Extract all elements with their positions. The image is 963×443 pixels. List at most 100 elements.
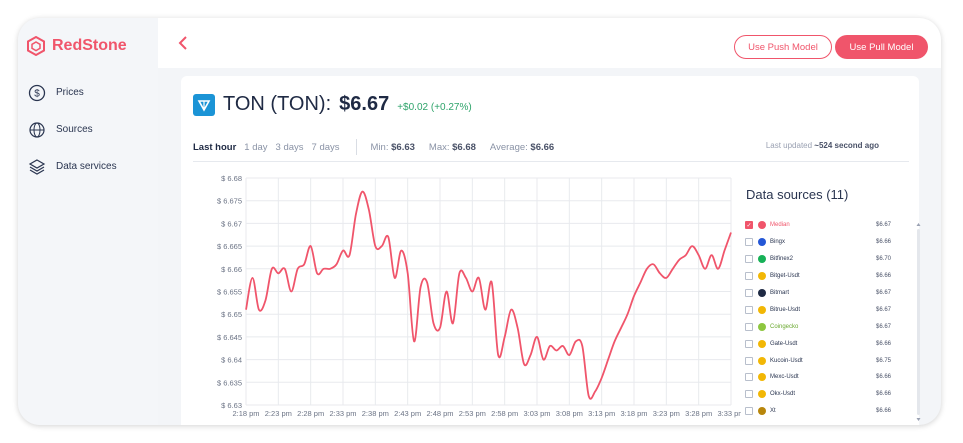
- data-source-row[interactable]: Gate-Usdt $6.66: [745, 335, 891, 352]
- data-source-row[interactable]: Xt $6.66: [745, 403, 891, 420]
- redstone-logo-icon: [27, 36, 45, 56]
- data-source-checkbox[interactable]: ✓: [745, 221, 753, 230]
- x-tick-label: 2:38 pm: [362, 409, 389, 418]
- data-source-logo-icon: [758, 322, 766, 331]
- data-source-logo-icon: [758, 272, 766, 281]
- x-tick-label: 2:33 pm: [329, 409, 356, 418]
- x-tick-label: 3:23 pm: [653, 409, 680, 418]
- x-tick-label: 2:53 pm: [459, 409, 486, 418]
- sidebar-item-data-services[interactable]: Data services: [24, 148, 154, 185]
- data-source-value: $6.70: [875, 256, 891, 263]
- data-source-row[interactable]: Bitget-Usdt $6.66: [745, 268, 891, 285]
- data-source-logo-icon: [758, 255, 766, 264]
- x-tick-label: 3:08 pm: [556, 409, 583, 418]
- x-tick-label: 3:28 pm: [685, 409, 712, 418]
- sidebar-nav: $ Prices Sources Data services: [24, 74, 154, 185]
- data-source-checkbox[interactable]: [745, 305, 753, 314]
- data-source-name: Coingecko: [770, 323, 799, 330]
- sidebar-item-label: Data services: [56, 161, 117, 172]
- use-push-model-button[interactable]: Use Push Model: [734, 35, 832, 59]
- app-window: RedStone $ Prices Sources Data services …: [18, 18, 941, 425]
- data-source-value: $6.67: [875, 222, 891, 229]
- scrollbar[interactable]: [916, 222, 921, 422]
- layers-icon: [28, 158, 46, 175]
- last-updated-label: Last updated: [765, 141, 815, 150]
- y-tick-label: $ 6.645: [217, 333, 242, 342]
- data-source-logo-icon: [758, 407, 766, 416]
- y-tick-label: $ 6.665: [217, 242, 242, 251]
- sidebar-item-sources[interactable]: Sources: [24, 111, 154, 148]
- data-source-checkbox[interactable]: [745, 238, 753, 247]
- y-tick-label: $ 6.67: [221, 219, 242, 228]
- y-tick-label: $ 6.635: [217, 378, 242, 387]
- svg-text:$: $: [34, 88, 40, 99]
- data-source-name: Kucoin-Usdt: [770, 357, 803, 364]
- data-sources-title: Data sources (11): [746, 187, 849, 202]
- average-stat: Average: $6.66: [490, 142, 554, 153]
- sidebar: RedStone $ Prices Sources Data services: [18, 18, 158, 425]
- range-1-day[interactable]: 1 day: [244, 142, 267, 153]
- data-source-checkbox[interactable]: [745, 390, 753, 399]
- x-tick-label: 2:43 pm: [394, 409, 421, 418]
- data-source-row[interactable]: Bingx $6.66: [745, 234, 891, 251]
- average-value: $6.66: [530, 141, 555, 153]
- y-tick-label: $ 6.68: [221, 174, 242, 183]
- sidebar-item-prices[interactable]: $ Prices: [24, 74, 154, 111]
- use-pull-model-button[interactable]: Use Pull Model: [835, 35, 928, 59]
- data-source-row[interactable]: Coingecko $6.67: [745, 318, 891, 335]
- data-source-row[interactable]: Kucoin-Usdt $6.75: [745, 352, 891, 369]
- data-source-name: Gate-Usdt: [770, 340, 798, 347]
- data-source-name: Xt: [770, 408, 776, 415]
- data-source-row[interactable]: Bitfinex2 $6.70: [745, 251, 891, 268]
- max-stat: Max: $6.68: [429, 142, 476, 153]
- data-source-logo-icon: [758, 221, 766, 230]
- data-source-value: $6.66: [875, 391, 891, 398]
- ton-token-icon: [193, 93, 215, 116]
- data-source-row[interactable]: ✓ Median $6.67: [745, 217, 891, 234]
- x-tick-label: 2:23 pm: [265, 409, 292, 418]
- range-3-days[interactable]: 3 days: [276, 142, 304, 153]
- data-source-value: $6.66: [875, 374, 891, 381]
- x-tick-label: 2:28 pm: [297, 409, 324, 418]
- data-source-row[interactable]: Okx-Usdt $6.66: [745, 386, 891, 403]
- average-label: Average:: [489, 141, 528, 153]
- data-source-name: Bitfinex2: [770, 256, 794, 263]
- data-source-row[interactable]: Bitrue-Usdt $6.67: [745, 301, 891, 318]
- x-tick-label: 2:58 pm: [491, 409, 518, 418]
- data-source-name: Bingx: [770, 239, 786, 246]
- data-source-name: Bitget-Usdt: [770, 273, 800, 280]
- data-source-value: $6.66: [875, 239, 891, 246]
- last-updated: Last updated ~524 second ago: [766, 141, 879, 150]
- data-source-checkbox[interactable]: [745, 322, 753, 331]
- price-card: TON (TON): $6.67 +$0.02 (+0.27%) Last ho…: [181, 76, 921, 425]
- data-source-checkbox[interactable]: [745, 339, 753, 348]
- data-source-checkbox[interactable]: [745, 407, 753, 416]
- range-last-hour[interactable]: Last hour: [193, 142, 236, 153]
- data-source-checkbox[interactable]: [745, 289, 753, 297]
- data-source-name: Bitrue-Usdt: [770, 306, 801, 313]
- brand-name: RedStone: [52, 37, 127, 54]
- data-source-value: $6.75: [875, 357, 891, 364]
- range-7-days[interactable]: 7 days: [312, 142, 340, 153]
- data-source-checkbox[interactable]: [745, 272, 753, 281]
- x-tick-label: 3:33 pm: [717, 409, 741, 418]
- y-tick-label: $ 6.65: [221, 310, 242, 319]
- min-stat: Min: $6.63: [371, 142, 415, 153]
- x-tick-label: 3:18 pm: [620, 409, 647, 418]
- brand-logo[interactable]: RedStone: [26, 36, 127, 56]
- data-source-logo-icon: [758, 305, 766, 314]
- last-updated-value: ~524 second ago: [814, 141, 879, 150]
- sidebar-item-label: Prices: [56, 87, 84, 98]
- data-source-checkbox[interactable]: [745, 356, 753, 365]
- topbar: Use Push Model Use Pull Model: [158, 18, 941, 68]
- price-line-chart[interactable]: $ 6.68 $ 6.675 $ 6.67 $ 6.665 $ 6.66 $ 6.655 $…: [181, 173, 741, 425]
- data-sources-list: ✓ Median $6.67 Bingx $6.66 Bitfinex2 $6.70 Bitg…: [745, 217, 891, 420]
- data-source-checkbox[interactable]: [745, 255, 753, 264]
- back-chevron-icon[interactable]: [178, 35, 188, 56]
- x-tick-label: 2:48 pm: [426, 409, 453, 418]
- data-source-logo-icon: [758, 289, 766, 297]
- data-source-row[interactable]: Mexc-Usdt $6.66: [745, 369, 891, 386]
- data-source-value: $6.67: [875, 306, 891, 313]
- data-source-row[interactable]: Bitmart $6.67: [745, 285, 891, 302]
- data-source-checkbox[interactable]: [745, 373, 753, 382]
